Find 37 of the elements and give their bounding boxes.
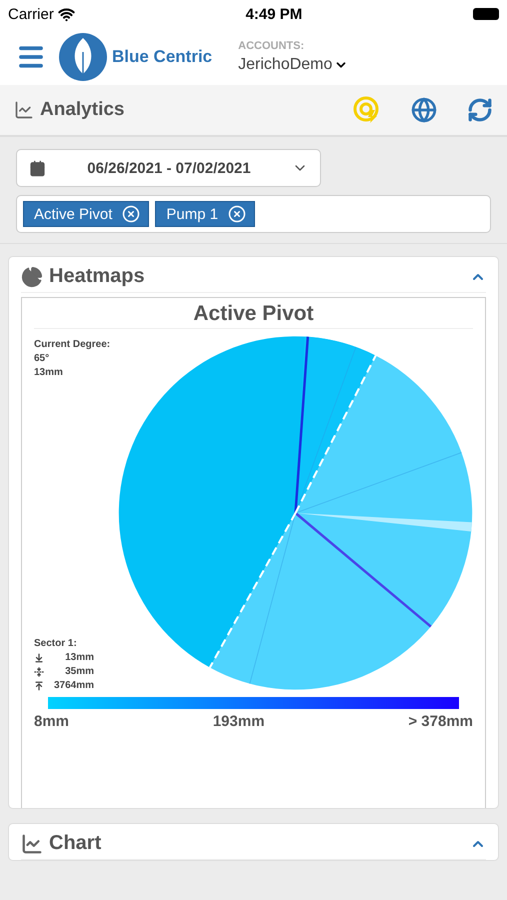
min-icon: [34, 652, 44, 662]
tag-field[interactable]: Active Pivot Pump 1: [16, 195, 491, 233]
remove-icon[interactable]: [122, 205, 140, 223]
current-degree-text: 13mm: [34, 367, 64, 378]
globe-icon[interactable]: [411, 97, 437, 123]
avg-icon: [34, 666, 44, 676]
scale-label: 8mm: [34, 713, 70, 730]
sector-value: 3764mm: [52, 680, 94, 691]
scale-label: 193mm: [212, 713, 265, 730]
battery-icon: [472, 8, 499, 20]
accounts-label: ACCOUNTS:: [238, 40, 306, 52]
toolbar-title: Analytics: [40, 99, 124, 121]
card-title: Heatmaps: [49, 265, 145, 288]
remove-icon[interactable]: [228, 205, 246, 223]
status-time: 4:49 PM: [246, 6, 302, 22]
refresh-icon[interactable]: [467, 97, 493, 123]
pie-chart-icon: [21, 266, 43, 288]
account-selector[interactable]: JerichoDemo: [238, 56, 348, 74]
carrier-label: Carrier: [8, 6, 54, 22]
brand-name: Blue Centric: [112, 46, 212, 66]
pivot-title: Active Pivot: [34, 302, 473, 329]
filter-tag[interactable]: Active Pivot: [23, 201, 150, 227]
sector-value: 35mm: [64, 666, 94, 677]
sector-value: 13mm: [64, 652, 94, 663]
scale-label: > 378mm: [408, 713, 473, 730]
line-chart-icon: [21, 832, 43, 854]
wifi-icon: [58, 6, 75, 22]
date-range-field[interactable]: 06/26/2021 - 07/02/2021: [16, 149, 321, 187]
max-icon: [34, 680, 44, 690]
leaf-logo-icon: [58, 32, 108, 82]
analytics-icon: [14, 100, 34, 120]
sector-title: Sector 1:: [34, 638, 78, 649]
current-degree-text: Current Degree:: [34, 339, 112, 350]
filter-tag[interactable]: Pump 1: [155, 201, 256, 227]
current-degree-text: 65°: [34, 353, 50, 364]
card-title: Chart: [49, 832, 102, 855]
calendar-icon: [29, 160, 46, 176]
